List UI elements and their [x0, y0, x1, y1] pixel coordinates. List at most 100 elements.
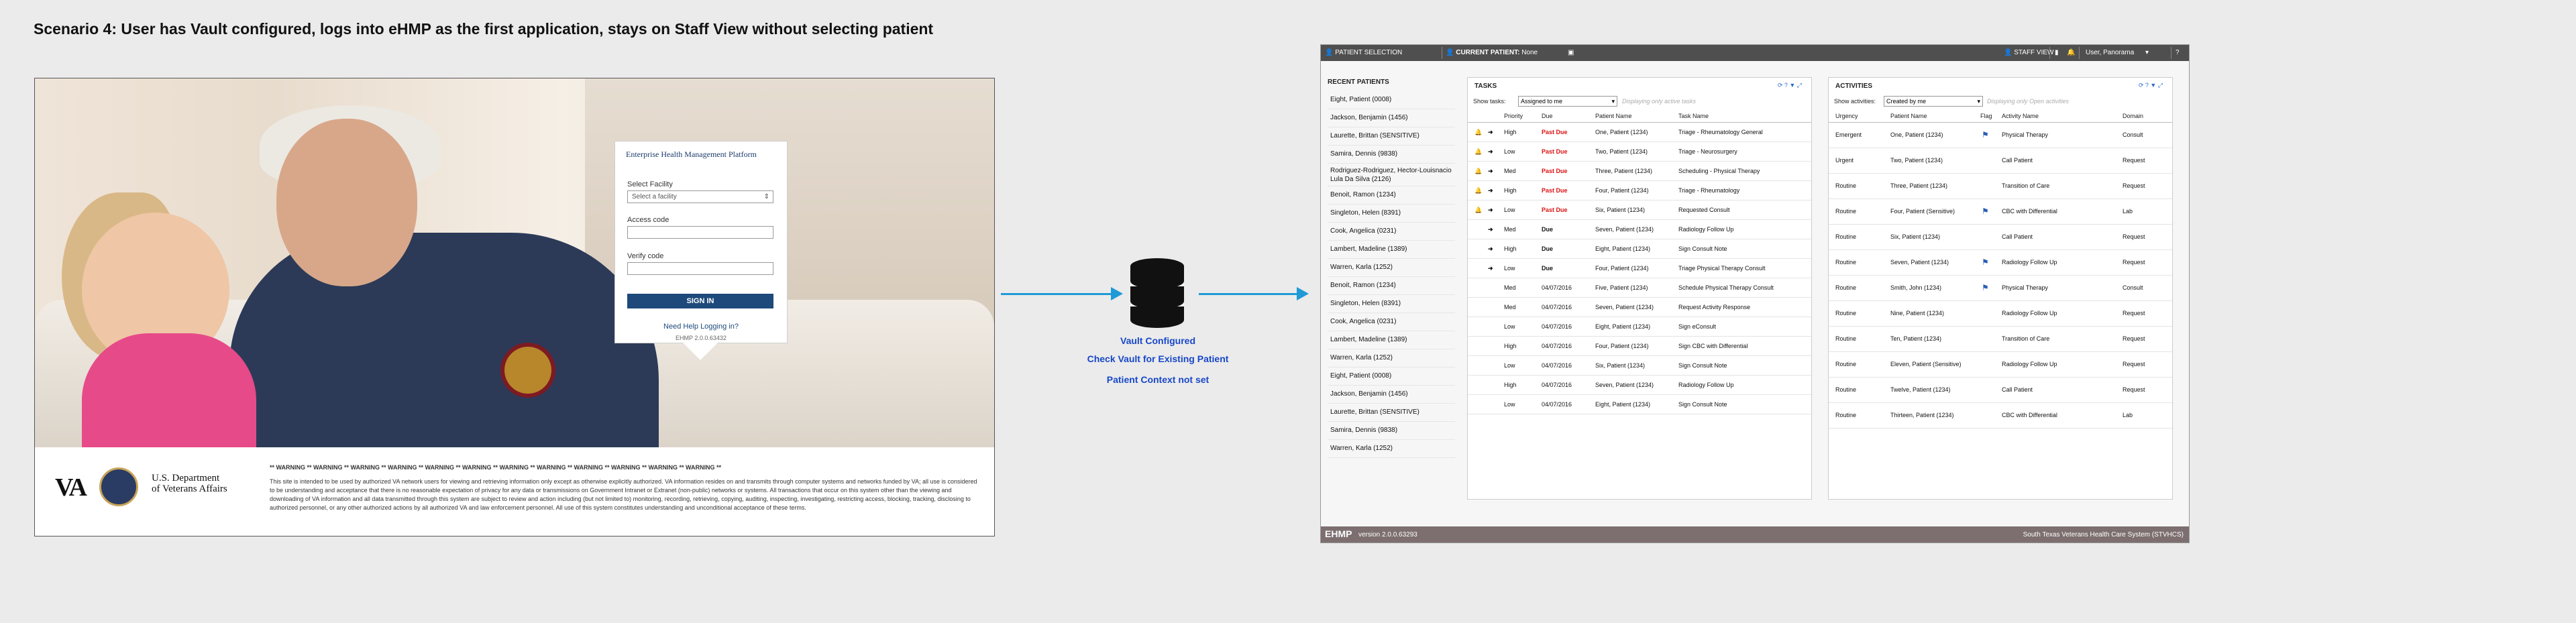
current-patient: 👤 CURRENT PATIENT: None	[1446, 49, 1538, 56]
bell-icon: 🔔	[1474, 187, 1483, 194]
col-flag: Flag	[1980, 113, 1992, 119]
recent-patient-item[interactable]: Cook, Angelica (0231)	[1328, 313, 1455, 331]
flag-icon: ⚑	[1982, 207, 1989, 216]
recent-patient-item[interactable]: Jackson, Benjamin (1456)	[1328, 386, 1455, 404]
notification-bell-icon[interactable]: 🔔	[2067, 45, 2075, 61]
task-due: 04/07/2016	[1542, 284, 1572, 291]
activity-row[interactable]: Routine Six, Patient (1234) Call Patient Re…	[1829, 225, 2172, 250]
bell-icon: 🔔	[1474, 148, 1483, 155]
activity-row[interactable]: Routine Ten, Patient (1234) Transition of …	[1829, 327, 2172, 352]
activity-row[interactable]: Routine Twelve, Patient (1234) Call Patien…	[1829, 378, 2172, 403]
show-activities-select[interactable]: Created by me ▾	[1884, 96, 1983, 107]
activity-domain: Request	[2123, 182, 2145, 189]
chevron-down-icon: ▾	[1611, 98, 1615, 105]
user-menu[interactable]: User, Panorama ▾	[2086, 45, 2149, 61]
person-icon: 👤	[2004, 49, 2012, 56]
task-row[interactable]: Med 04/07/2016 Five, Patient (1234) Schedul…	[1468, 278, 1811, 298]
task-row[interactable]: ➜ Med Due Seven, Patient (1234) Radiology Fo…	[1468, 220, 1811, 239]
recent-patient-item[interactable]: Benoit, Ramon (1234)	[1328, 186, 1455, 205]
recent-patient-item[interactable]: Warren, Karla (1252)	[1328, 259, 1455, 277]
activity-row[interactable]: Routine Thirteen, Patient (1234) CBC with …	[1829, 403, 2172, 429]
task-due: Due	[1542, 265, 1554, 272]
recent-patient-item[interactable]: Singleton, Helen (8391)	[1328, 205, 1455, 223]
recent-patient-item[interactable]: Singleton, Helen (8391)	[1328, 295, 1455, 313]
activity-urgency: Routine	[1835, 284, 1857, 291]
activity-row[interactable]: Routine Seven, Patient (1234) ⚑ Radiology F…	[1829, 250, 2172, 276]
panel-tools-icon[interactable]: ⟳ ? ▼ ⤢	[1778, 82, 1802, 89]
activity-row[interactable]: Routine Four, Patient (Sensitive) ⚑ CBC wit…	[1829, 199, 2172, 225]
activities-table: Emergent One, Patient (1234) ⚑ Physical The…	[1829, 123, 2172, 429]
patient-selection-button[interactable]: 👤 PATIENT SELECTION	[1325, 45, 1402, 61]
verify-code-input[interactable]	[627, 262, 773, 275]
arrow-right-icon: ➜	[1488, 168, 1493, 174]
task-row[interactable]: 🔔 ➜ Low Past Due Six, Patient (1234) Requeste…	[1468, 201, 1811, 220]
task-row[interactable]: High 04/07/2016 Four, Patient (1234) Sign C…	[1468, 337, 1811, 356]
flow-label-no-context: Patient Context not set	[1106, 374, 1210, 385]
access-code-input[interactable]	[627, 226, 773, 239]
recent-patient-item[interactable]: Warren, Karla (1252)	[1328, 440, 1455, 458]
panel-tools-icon[interactable]: ⟳ ? ▼ ⤢	[2139, 82, 2163, 89]
task-due: 04/07/2016	[1542, 304, 1572, 310]
task-name: Sign Consult Note	[1678, 401, 1727, 408]
task-due: 04/07/2016	[1542, 401, 1572, 408]
task-row[interactable]: High 04/07/2016 Seven, Patient (1234) Radio…	[1468, 376, 1811, 395]
task-row[interactable]: Low 04/07/2016 Eight, Patient (1234) Sign C…	[1468, 395, 1811, 414]
activity-urgency: Emergent	[1835, 131, 1862, 138]
staff-view-tab[interactable]: 👤 STAFF VIEW	[2004, 45, 2054, 61]
activity-row[interactable]: Routine Three, Patient (1234) Transition o…	[1829, 174, 2172, 199]
activity-patient: Ten, Patient (1234)	[1890, 335, 1942, 342]
recent-patient-item[interactable]: Lambert, Madeline (1389)	[1328, 241, 1455, 259]
task-row[interactable]: 🔔 ➜ Low Past Due Two, Patient (1234) Triage -…	[1468, 142, 1811, 162]
recent-patient-item[interactable]: Samira, Dennis (9838)	[1328, 146, 1455, 164]
recent-patient-item[interactable]: Samira, Dennis (9838)	[1328, 422, 1455, 440]
recent-patient-item[interactable]: Jackson, Benjamin (1456)	[1328, 109, 1455, 127]
arrow-right-icon: ➜	[1488, 187, 1493, 194]
task-name: Requested Consult	[1678, 207, 1730, 213]
task-priority: High	[1504, 382, 1517, 388]
task-row[interactable]: 🔔 ➜ High Past Due One, Patient (1234) Triage …	[1468, 123, 1811, 142]
recent-patient-item[interactable]: Warren, Karla (1252)	[1328, 349, 1455, 367]
task-row[interactable]: Low 04/07/2016 Eight, Patient (1234) Sign e…	[1468, 317, 1811, 337]
task-row[interactable]: ➜ Low Due Four, Patient (1234) Triage Physic…	[1468, 259, 1811, 278]
recent-patient-item[interactable]: Laurette, Brittan (SENSITIVE)	[1328, 404, 1455, 422]
activity-row[interactable]: Routine Smith, John (1234) ⚑ Physical Thera…	[1829, 276, 2172, 301]
chevron-updown-icon: ⇕	[763, 193, 769, 201]
login-help-link[interactable]: Need Help Logging in?	[615, 323, 787, 331]
task-row[interactable]: ➜ High Due Eight, Patient (1234) Sign Consul…	[1468, 239, 1811, 259]
recent-patient-item[interactable]: Benoit, Ramon (1234)	[1328, 277, 1455, 295]
task-row[interactable]: 🔔 ➜ Med Past Due Three, Patient (1234) Schedu…	[1468, 162, 1811, 181]
recent-patients-panel: RECENT PATIENTS Eight, Patient (0008) Jac…	[1328, 78, 1455, 521]
recent-patient-item[interactable]: Eight, Patient (0008)	[1328, 91, 1455, 109]
recent-patient-item[interactable]: Laurette, Brittan (SENSITIVE)	[1328, 127, 1455, 146]
activity-row[interactable]: Routine Eleven, Patient (Sensitive) Radiol…	[1829, 352, 2172, 378]
activity-row[interactable]: Emergent One, Patient (1234) ⚑ Physical The…	[1829, 123, 2172, 148]
task-name: Radiology Follow Up	[1678, 226, 1734, 233]
database-icon	[1128, 257, 1187, 329]
task-due: Past Due	[1542, 207, 1568, 213]
task-name: Request Activity Response	[1678, 304, 1751, 310]
medal-icon	[504, 347, 551, 394]
facility-select[interactable]: Select a facility ⇕	[627, 190, 773, 203]
recent-patient-item[interactable]: Rodriguez-Rodriguez, Hector-Louisnacio L…	[1328, 164, 1455, 186]
task-row[interactable]: Low 04/07/2016 Six, Patient (1234) Sign Con…	[1468, 356, 1811, 376]
task-row[interactable]: Med 04/07/2016 Seven, Patient (1234) Reques…	[1468, 298, 1811, 317]
task-patient: Seven, Patient (1234)	[1595, 382, 1654, 388]
recent-patient-item[interactable]: Cook, Angelica (0231)	[1328, 223, 1455, 241]
arrow-right-icon	[1297, 287, 1309, 300]
sign-in-button[interactable]: SIGN IN	[627, 294, 773, 308]
task-row[interactable]: 🔔 ➜ High Past Due Four, Patient (1234) Triage…	[1468, 181, 1811, 201]
activity-domain: Lab	[2123, 208, 2133, 215]
bookmark-icon[interactable]: ▮	[2055, 45, 2059, 61]
activity-domain: Consult	[2123, 284, 2143, 291]
activity-row[interactable]: Urgent Two, Patient (1234) Call Patient Req…	[1829, 148, 2172, 174]
tasks-title: TASKS	[1474, 82, 1497, 90]
activity-row[interactable]: Routine Nine, Patient (1234) Radiology Fol…	[1829, 301, 2172, 327]
arrow-right-icon: ➜	[1488, 226, 1493, 233]
activities-hint: Displaying only Open activities	[1987, 98, 2070, 105]
recent-patient-item[interactable]: Eight, Patient (0008)	[1328, 367, 1455, 386]
help-icon[interactable]: ?	[2176, 45, 2180, 61]
task-due: Past Due	[1542, 129, 1568, 135]
show-tasks-select[interactable]: Assigned to me ▾	[1518, 96, 1617, 107]
recent-patient-item[interactable]: Lambert, Madeline (1389)	[1328, 331, 1455, 349]
patient-context-icon[interactable]: ▣	[1568, 45, 1574, 61]
